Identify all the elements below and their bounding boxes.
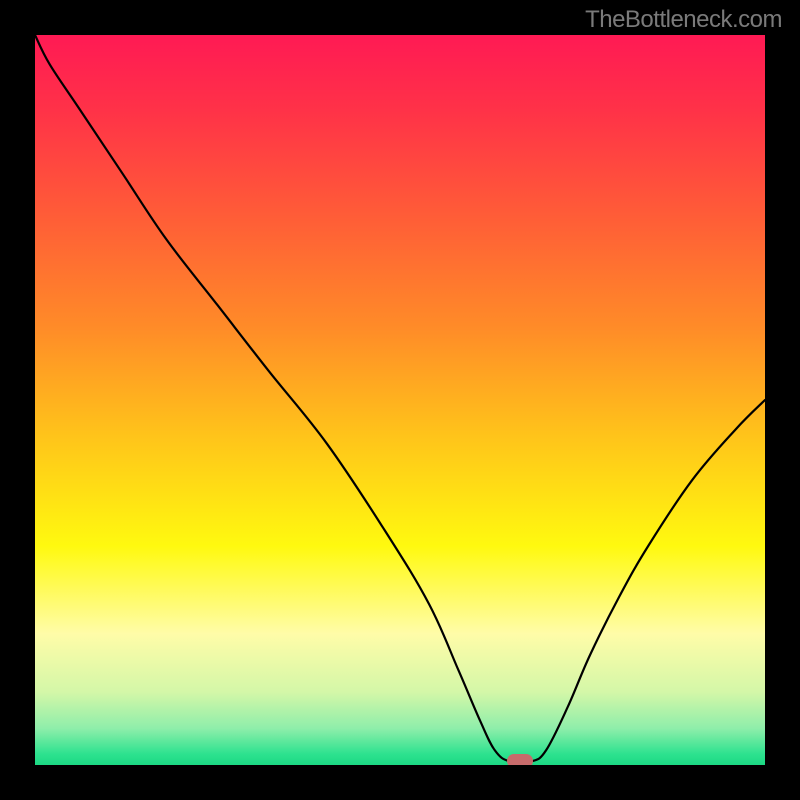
optimal-point-marker <box>507 754 533 765</box>
plot-area <box>35 35 765 765</box>
curve-layer <box>35 35 765 765</box>
watermark-text: TheBottleneck.com <box>585 6 782 34</box>
plot-frame <box>0 0 800 800</box>
bottleneck-curve <box>35 35 765 763</box>
